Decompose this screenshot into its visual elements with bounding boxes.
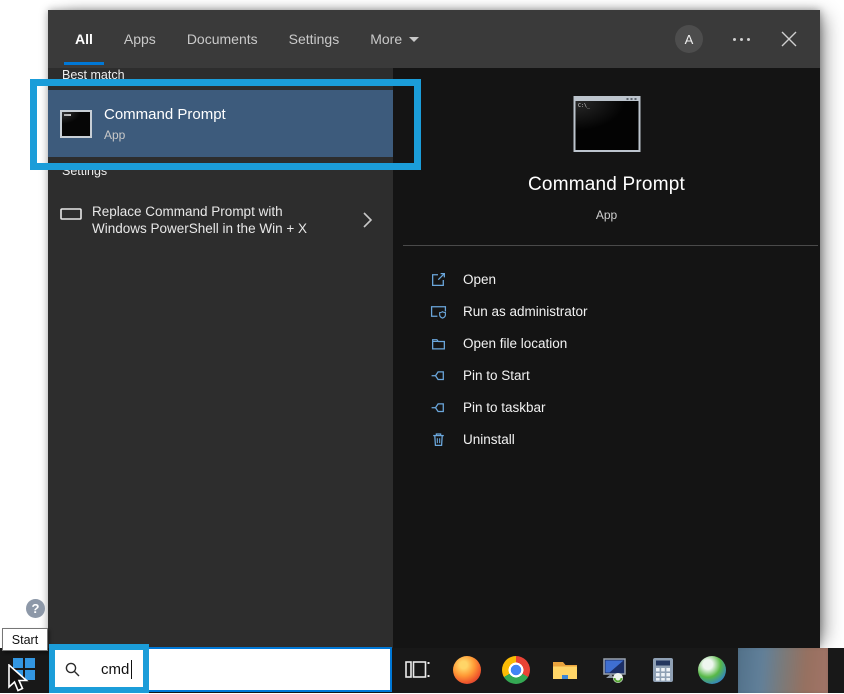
desktop: All Apps Documents Settings More A Best … <box>0 0 844 693</box>
settings-item-replace-cmd[interactable]: Replace Command Prompt with Windows Powe… <box>48 196 393 244</box>
action-open-file-location[interactable]: Open file location <box>393 327 820 359</box>
start-tooltip: Start <box>2 628 48 651</box>
action-uninstall[interactable]: Uninstall <box>393 423 820 455</box>
detail-subtitle: App <box>393 208 820 222</box>
task-view-button[interactable] <box>403 656 431 684</box>
tab-more[interactable]: More <box>368 10 421 68</box>
file-explorer-icon[interactable] <box>551 656 579 684</box>
calculator-icon[interactable] <box>649 656 677 684</box>
divider <box>403 245 818 246</box>
settings-item-label: Replace Command Prompt with Windows Powe… <box>92 203 317 237</box>
pin-icon <box>430 367 447 384</box>
shield-icon <box>430 303 447 320</box>
user-avatar[interactable]: A <box>675 25 703 53</box>
detail-panel: C:\_ Command Prompt App Open Run as <box>393 68 820 648</box>
tab-all[interactable]: All <box>73 10 95 68</box>
remote-desktop-icon[interactable] <box>600 656 628 684</box>
display-icon <box>60 206 82 222</box>
pin-icon <box>430 399 447 416</box>
folder-icon <box>430 335 447 352</box>
action-run-as-administrator[interactable]: Run as administrator <box>393 295 820 327</box>
tab-apps[interactable]: Apps <box>122 10 158 68</box>
annotation-highlight-search <box>49 644 149 693</box>
open-icon <box>430 271 447 288</box>
detail-title: Command Prompt <box>393 174 820 196</box>
browser-globe-icon[interactable] <box>698 656 726 684</box>
filter-tabs: All Apps Documents Settings More <box>48 10 421 68</box>
trash-icon <box>430 431 447 448</box>
close-icon[interactable] <box>780 30 798 48</box>
chevron-right-icon <box>362 211 373 229</box>
command-prompt-icon-large: C:\_ <box>573 96 640 152</box>
app-thumbnail[interactable] <box>738 648 828 693</box>
annotation-highlight-result <box>30 79 421 170</box>
chevron-down-icon <box>409 37 419 42</box>
more-options-button[interactable] <box>733 38 750 41</box>
action-open[interactable]: Open <box>393 263 820 295</box>
chrome-icon[interactable] <box>502 656 530 684</box>
action-pin-to-taskbar[interactable]: Pin to taskbar <box>393 391 820 423</box>
topbar-actions: A <box>675 25 820 53</box>
tab-settings[interactable]: Settings <box>287 10 342 68</box>
firefox-icon[interactable] <box>453 656 481 684</box>
tab-documents[interactable]: Documents <box>185 10 260 68</box>
search-filter-bar: All Apps Documents Settings More A <box>48 10 820 68</box>
mouse-cursor <box>6 664 30 694</box>
action-pin-to-start[interactable]: Pin to Start <box>393 359 820 391</box>
help-button[interactable]: ? <box>26 599 45 618</box>
question-icon: ? <box>32 601 40 616</box>
